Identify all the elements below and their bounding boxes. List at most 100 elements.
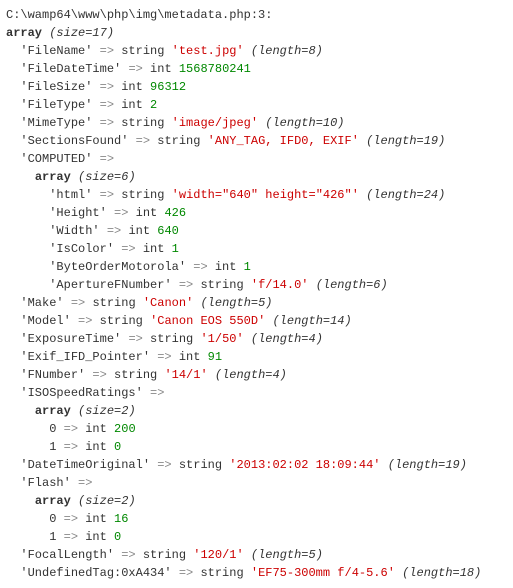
len-fnumber: (length=4) (215, 368, 287, 382)
arrow-icon: => (157, 458, 171, 472)
key-html: 'html' (49, 188, 92, 202)
type-string: string (200, 278, 243, 292)
val-sectionsfound: 'ANY_TAG, IFD0, EXIF' (208, 134, 359, 148)
type-int: int (121, 80, 143, 94)
array-keyword: array (35, 494, 71, 508)
val-html: 'width="640" height="426"' (172, 188, 359, 202)
val-mimetype: 'image/jpeg' (172, 116, 258, 130)
val-bom: 1 (244, 260, 251, 274)
arrow-icon: => (150, 386, 164, 400)
type-int: int (85, 512, 107, 526)
arrow-icon: => (71, 296, 85, 310)
key-exposuretime: 'ExposureTime' (20, 332, 121, 346)
key-iso: 'ISOSpeedRatings' (20, 386, 142, 400)
val-iscolor: 1 (172, 242, 179, 256)
arrow-icon: => (107, 224, 121, 238)
val-filesize: 96312 (150, 80, 186, 94)
val-undefinedtag: 'EF75-300mm f/4-5.6' (251, 566, 395, 580)
key-width: 'Width' (49, 224, 99, 238)
len-exposuretime: (length=4) (251, 332, 323, 346)
len-filename: (length=8) (251, 44, 323, 58)
val-datetimeoriginal: '2013:02:02 18:09:44' (229, 458, 380, 472)
arrow-icon: => (100, 44, 114, 58)
key-afn: 'ApertureFNumber' (49, 278, 171, 292)
iso-val-0: 200 (114, 422, 136, 436)
key-undefinedtag: 'UndefinedTag:0xA434' (20, 566, 171, 580)
type-string: string (200, 566, 243, 580)
arrow-icon: => (100, 152, 114, 166)
type-int: int (128, 224, 150, 238)
key-datetimeoriginal: 'DateTimeOriginal' (20, 458, 150, 472)
key-filename: 'FileName' (20, 44, 92, 58)
array-size: (size=17) (49, 26, 114, 40)
key-model: 'Model' (20, 314, 70, 328)
arrow-icon: => (157, 350, 171, 364)
len-sectionsfound: (length=19) (366, 134, 445, 148)
key-filedatetime: 'FileDateTime' (20, 62, 121, 76)
key-mimetype: 'MimeType' (20, 116, 92, 130)
type-string: string (121, 116, 164, 130)
val-fnumber: '14/1' (164, 368, 207, 382)
arrow-icon: => (64, 422, 78, 436)
type-int: int (215, 260, 237, 274)
key-computed: 'COMPUTED' (20, 152, 92, 166)
arrow-icon: => (114, 206, 128, 220)
type-int: int (143, 242, 165, 256)
len-undefinedtag: (length=18) (402, 566, 481, 580)
key-filetype: 'FileType' (20, 98, 92, 112)
type-int: int (121, 98, 143, 112)
arrow-icon: => (136, 134, 150, 148)
type-string: string (92, 296, 135, 310)
arrow-icon: => (128, 62, 142, 76)
val-model: 'Canon EOS 550D' (150, 314, 265, 328)
key-height: 'Height' (49, 206, 107, 220)
val-filename: 'test.jpg' (172, 44, 244, 58)
len-model: (length=14) (272, 314, 351, 328)
val-exposuretime: '1/50' (200, 332, 243, 346)
len-datetimeoriginal: (length=19) (388, 458, 467, 472)
arrow-icon: => (179, 278, 193, 292)
computed-size: (size=6) (78, 170, 136, 184)
file-path: C:\wamp64\www\php\img\metadata.php:3: (6, 8, 272, 22)
val-focallength: '120/1' (193, 548, 243, 562)
type-int: int (85, 440, 107, 454)
type-string: string (100, 314, 143, 328)
arrow-icon: => (121, 548, 135, 562)
type-int: int (136, 206, 158, 220)
type-int: int (85, 530, 107, 544)
len-make: (length=5) (200, 296, 272, 310)
type-string: string (121, 188, 164, 202)
key-sectionsfound: 'SectionsFound' (20, 134, 128, 148)
key-iscolor: 'IsColor' (49, 242, 114, 256)
key-make: 'Make' (20, 296, 63, 310)
key-exififd: 'Exif_IFD_Pointer' (20, 350, 150, 364)
iso-key-0: 0 (49, 422, 56, 436)
arrow-icon: => (193, 260, 207, 274)
arrow-icon: => (179, 566, 193, 580)
flash-key-0: 0 (49, 512, 56, 526)
arrow-icon: => (92, 368, 106, 382)
flash-val-0: 16 (114, 512, 128, 526)
arrow-icon: => (100, 80, 114, 94)
array-keyword: array (6, 26, 42, 40)
arrow-icon: => (64, 440, 78, 454)
type-int: int (179, 350, 201, 364)
arrow-icon: => (78, 476, 92, 490)
iso-val-1: 0 (114, 440, 121, 454)
val-filedatetime: 1568780241 (179, 62, 251, 76)
type-string: string (121, 44, 164, 58)
arrow-icon: => (121, 242, 135, 256)
key-focallength: 'FocalLength' (20, 548, 114, 562)
len-mimetype: (length=10) (265, 116, 344, 130)
flash-size: (size=2) (78, 494, 136, 508)
key-flash: 'Flash' (20, 476, 70, 490)
arrow-icon: => (128, 332, 142, 346)
arrow-icon: => (100, 98, 114, 112)
val-make: 'Canon' (143, 296, 193, 310)
len-focallength: (length=5) (251, 548, 323, 562)
key-fnumber: 'FNumber' (20, 368, 85, 382)
val-filetype: 2 (150, 98, 157, 112)
type-int: int (85, 422, 107, 436)
key-filesize: 'FileSize' (20, 80, 92, 94)
iso-key-1: 1 (49, 440, 56, 454)
